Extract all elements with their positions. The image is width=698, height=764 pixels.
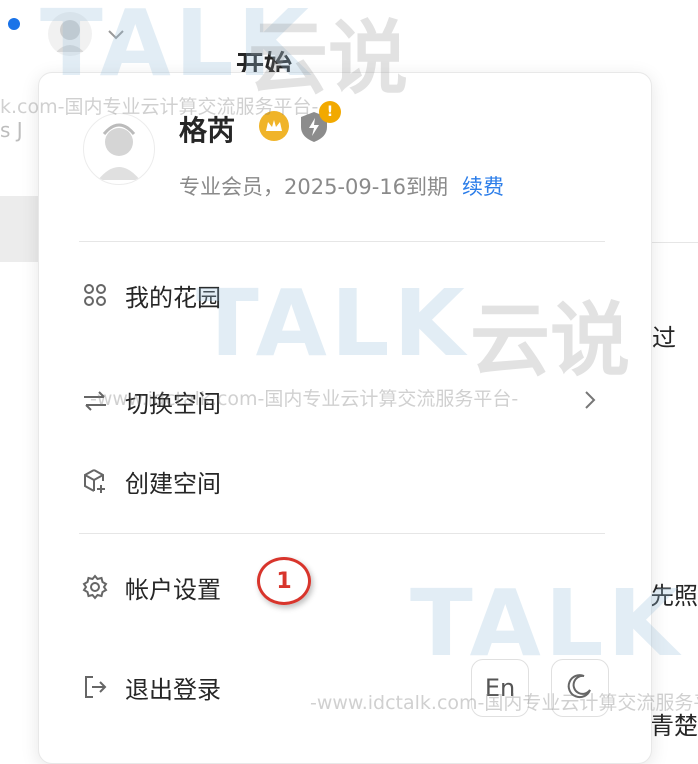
- menu-label-account-settings: 帐户设置: [125, 575, 221, 604]
- membership-status: 专业会员，2025-09-16到期 续费: [179, 171, 504, 201]
- garden-grid-icon: [79, 279, 111, 311]
- notification-dot: [6, 16, 22, 32]
- menu-label-logout: 退出登录: [125, 675, 221, 704]
- chevron-right-icon: [583, 389, 597, 415]
- sidebar-selected-row[interactable]: [0, 196, 38, 262]
- menu-label-create-space: 创建空间: [125, 469, 221, 498]
- menu-item-create-space[interactable]: 创建空间: [79, 453, 605, 509]
- divider-top: [79, 241, 605, 242]
- watermark-logo-middle: TALK: [196, 270, 469, 377]
- cube-plus-icon: [79, 465, 111, 497]
- watermark-url-bottom: -www.idctalk.com-国内专业云计算交流服务平台-: [310, 692, 698, 714]
- sidebar-partial-text: s J: [0, 118, 23, 142]
- logout-icon: [79, 671, 111, 703]
- renew-link[interactable]: 续费: [462, 175, 504, 199]
- content-fragment-1: 过: [652, 324, 676, 352]
- gear-icon: [79, 571, 111, 603]
- watermark-logo-bottom: TALK: [410, 570, 683, 677]
- divider-middle: [79, 533, 605, 534]
- watermark-logo-cn-middle: 云说: [470, 294, 630, 387]
- watermark-url-middle: -www.idctalk.com-国内专业云计算交流服务平台-: [90, 388, 519, 410]
- membership-text: 专业会员，2025-09-16到期: [179, 175, 449, 199]
- content-divider: [650, 242, 698, 243]
- step-annotation-marker: 1: [257, 557, 311, 605]
- profile-avatar[interactable]: [83, 113, 155, 185]
- watermark-url-top: k.com-国内专业云计算交流服务平台-: [0, 96, 319, 118]
